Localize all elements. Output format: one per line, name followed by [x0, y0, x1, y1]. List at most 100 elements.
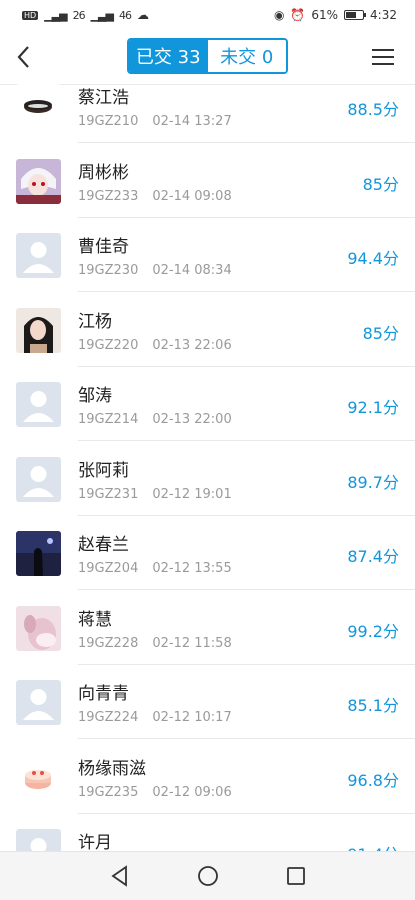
clock: 4:32 [370, 8, 397, 22]
signal-label-1: 26 [72, 8, 86, 22]
score: 85.1分 [347, 696, 399, 715]
battery-fill [346, 12, 356, 18]
score: 94.4分 [347, 249, 399, 268]
status-right: ◉ ⏰ 61% 4:32 [274, 8, 397, 22]
student-row[interactable]: 赵春兰 19GZ204 02-12 13:55 87.4分 [0, 516, 415, 590]
score: 99.2分 [347, 621, 399, 641]
student-id: 19GZ233 [78, 188, 139, 204]
student-id: 19GZ220 [78, 337, 139, 353]
student-name: 许月 [78, 833, 112, 852]
student-row[interactable]: 向青青 19GZ224 02-12 10:17 85.1分 [0, 665, 415, 739]
student-name: 杨缘雨滋 [78, 758, 146, 779]
alarm-icon: ⏰ [290, 8, 306, 22]
avatar [16, 531, 61, 576]
student-meta: 19GZ214 02-13 22:00 [78, 412, 232, 427]
score: 92.1分 [347, 398, 399, 417]
student-row[interactable]: 蔡江浩 19GZ210 02-14 13:27 88.5分 [0, 84, 415, 143]
student-row[interactable]: 邹涛 19GZ214 02-13 22:00 92.1分 [0, 367, 415, 441]
student-list: 蔡江浩 19GZ210 02-14 13:27 88.5分 周彬彬 19GZ233… [0, 84, 415, 852]
student-meta: 19GZ230 02-14 08:34 [78, 263, 232, 278]
submit-time: 02-14 13:27 [152, 114, 232, 129]
student-row[interactable]: 许月 91.4分 [0, 814, 415, 852]
avatar [16, 382, 61, 427]
student-name: 蒋慧 [78, 609, 112, 630]
student-meta: 19GZ204 02-12 13:55 [78, 561, 232, 576]
student-name: 周彬彬 [78, 162, 129, 183]
score: 96.8分 [347, 770, 399, 790]
student-meta: 19GZ231 02-12 19:01 [78, 487, 232, 502]
eye-icon: ◉ [273, 8, 285, 22]
signal-icon-2: ▁▃▅ [90, 8, 114, 22]
student-meta: 19GZ235 02-12 09:06 [78, 785, 232, 800]
submit-time: 02-12 09:06 [152, 784, 232, 800]
hd-badge: HD [22, 10, 39, 20]
score: 87.4分 [347, 547, 399, 566]
tab-unsubmitted[interactable]: 未交 0 [207, 40, 286, 72]
status-left: HD ▁▃▅ 26 ▁▃▅ 46 ☁ [22, 8, 149, 22]
student-name: 蔡江浩 [78, 88, 129, 108]
signal-icon: ▁▃▅ [44, 8, 67, 22]
square-recent-icon[interactable] [284, 864, 308, 888]
student-id: 19GZ235 [78, 784, 139, 800]
student-id: 19GZ210 [78, 114, 139, 129]
student-name: 赵春兰 [78, 535, 129, 555]
score: 85分 [362, 323, 399, 343]
student-name: 曹佳奇 [78, 237, 129, 257]
student-name: 江杨 [78, 311, 112, 332]
hamburger-menu-icon [372, 49, 394, 65]
student-id: 19GZ214 [78, 412, 139, 427]
student-row[interactable]: 蒋慧 19GZ228 02-12 11:58 99.2分 [0, 591, 415, 665]
submit-time: 02-12 11:58 [152, 635, 232, 651]
avatar [16, 829, 61, 852]
student-row[interactable]: 张阿莉 19GZ231 02-12 19:01 89.7分 [0, 442, 415, 516]
student-row[interactable]: 曹佳奇 19GZ230 02-14 08:34 94.4分 [0, 218, 415, 292]
avatar [16, 680, 61, 725]
status-bar: HD ▁▃▅ 26 ▁▃▅ 46 ☁ ◉ ⏰ 61% 4:32 [0, 0, 415, 30]
circle-home-icon[interactable] [196, 864, 220, 888]
avatar [16, 233, 61, 278]
score: 88.5分 [347, 100, 399, 119]
submit-time: 02-12 10:17 [152, 710, 232, 725]
signal-label-2: 46 [118, 8, 132, 22]
student-name: 张阿莉 [78, 460, 129, 481]
triangle-back-icon[interactable] [108, 864, 132, 888]
score: 85分 [362, 174, 399, 194]
header: 已交 33 未交 0 [0, 30, 415, 85]
student-id: 19GZ228 [78, 635, 139, 651]
avatar [16, 754, 61, 800]
student-meta: 19GZ233 02-14 09:08 [78, 189, 232, 204]
avatar [16, 307, 61, 353]
cloud-icon: ☁ [136, 8, 149, 22]
student-id: 19GZ231 [78, 486, 139, 502]
avatar [16, 456, 61, 502]
avatar [16, 158, 61, 204]
submit-time: 02-14 08:34 [152, 263, 232, 278]
student-meta: 19GZ220 02-13 22:06 [78, 338, 232, 353]
student-id: 19GZ230 [78, 263, 139, 278]
submit-time: 02-14 09:08 [152, 188, 232, 204]
student-id: 19GZ224 [78, 710, 139, 725]
avatar [16, 84, 61, 129]
avatar [16, 605, 61, 651]
submit-time: 02-13 22:06 [152, 337, 232, 353]
student-row[interactable]: 周彬彬 19GZ233 02-14 09:08 85分 [0, 144, 415, 218]
score: 89.7分 [347, 472, 399, 492]
submit-time: 02-13 22:00 [152, 412, 232, 427]
battery-percent: 61% [311, 8, 339, 22]
student-name: 邹涛 [78, 386, 112, 406]
student-meta: 19GZ228 02-12 11:58 [78, 636, 232, 651]
chevron-left-icon [17, 46, 29, 68]
student-row[interactable]: 杨缘雨滋 19GZ235 02-12 09:06 96.8分 [0, 740, 415, 814]
menu-button[interactable] [371, 47, 395, 67]
tab-submitted[interactable]: 已交 33 [129, 40, 208, 72]
student-meta: 19GZ224 02-12 10:17 [78, 710, 232, 725]
back-button[interactable] [14, 44, 34, 70]
submit-time: 02-12 19:01 [152, 486, 232, 502]
student-row[interactable]: 江杨 19GZ220 02-13 22:06 85分 [0, 293, 415, 367]
system-nav-bar [0, 851, 415, 900]
submission-tabs: 已交 33 未交 0 [127, 38, 288, 74]
student-meta: 19GZ210 02-14 13:27 [78, 114, 232, 129]
battery-icon [344, 10, 367, 20]
submit-time: 02-12 13:55 [152, 561, 232, 576]
student-name: 向青青 [78, 684, 129, 704]
